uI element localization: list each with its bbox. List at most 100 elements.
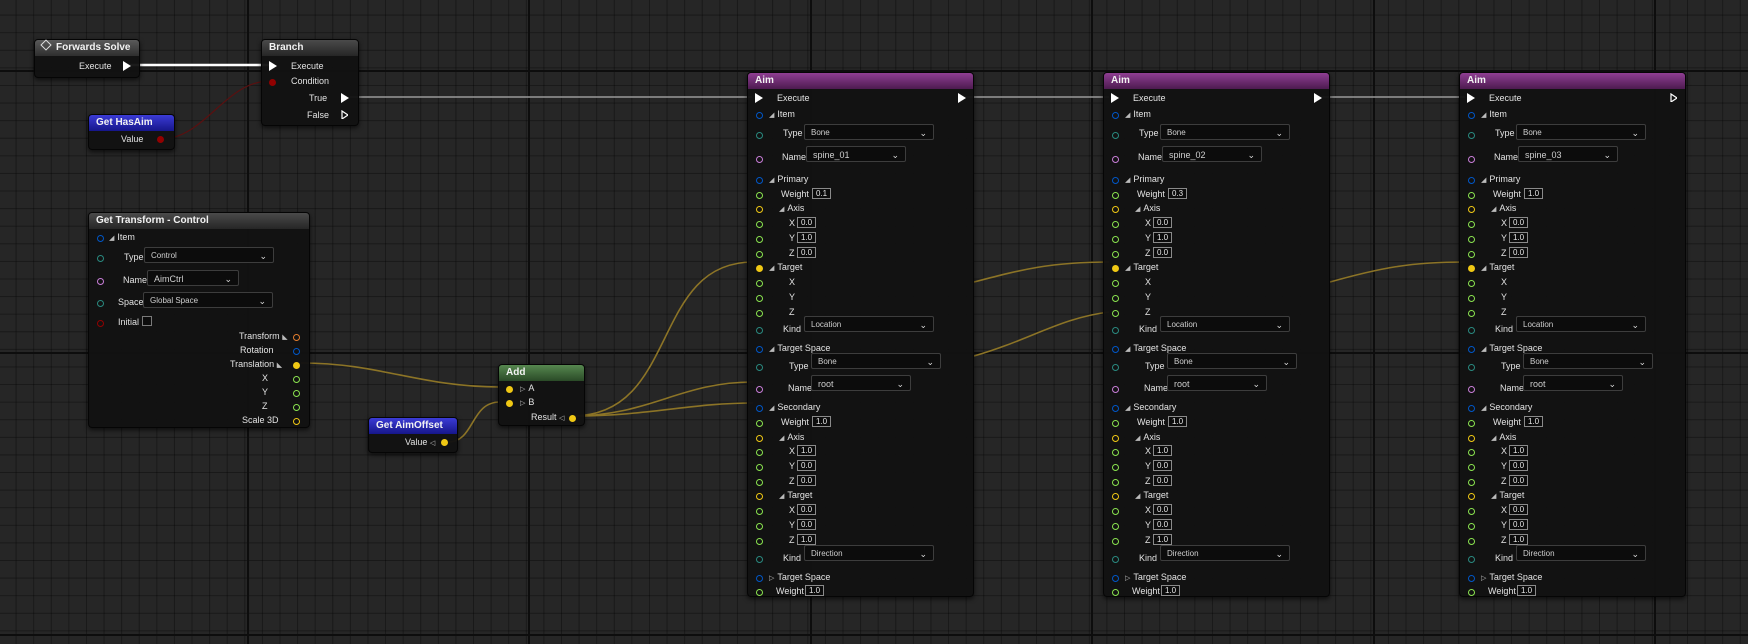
- target-space-pin[interactable]: [1112, 346, 1119, 353]
- sec-target-z-input[interactable]: 1.0: [1153, 534, 1173, 545]
- primary-pin[interactable]: [1468, 177, 1475, 184]
- sec-axis-y-input[interactable]: 0.0: [1509, 460, 1529, 471]
- sec-target-z-input[interactable]: 1.0: [797, 534, 817, 545]
- sec-axis-x-input[interactable]: 1.0: [797, 445, 817, 456]
- name-pin[interactable]: [1468, 156, 1475, 163]
- result-pin[interactable]: [569, 415, 576, 422]
- sec-target-y-input[interactable]: 0.0: [797, 519, 817, 530]
- aim-node-1[interactable]: Aim Execute ◢ Item Type Bone ⌄ Name spine_01 ⌄ ◢ Pr…: [747, 72, 974, 597]
- sec-target-z-pin[interactable]: [756, 538, 763, 545]
- sec-axis-z-pin[interactable]: [1468, 479, 1475, 486]
- kind-pin[interactable]: [1112, 327, 1119, 334]
- target-x-pin[interactable]: [1112, 280, 1119, 287]
- axis-x-pin[interactable]: [1112, 221, 1119, 228]
- target-space-pin[interactable]: [1468, 346, 1475, 353]
- weight-input[interactable]: 1.0: [1524, 188, 1544, 199]
- sec-axis-z-pin[interactable]: [756, 479, 763, 486]
- axis-x-input[interactable]: 0.0: [1153, 217, 1173, 228]
- final-weight-pin[interactable]: [756, 589, 763, 596]
- scale-pin[interactable]: [293, 418, 300, 425]
- exec-input-pin[interactable]: [755, 93, 763, 103]
- condition-pin[interactable]: [269, 79, 276, 86]
- sec-target-space-pin[interactable]: [756, 575, 763, 582]
- target-y-pin[interactable]: [756, 295, 763, 302]
- sec-axis-y-input[interactable]: 0.0: [797, 460, 817, 471]
- ts-name-pin[interactable]: [1468, 386, 1475, 393]
- target-x-pin[interactable]: [756, 280, 763, 287]
- sec-axis-z-input[interactable]: 0.0: [1153, 475, 1173, 486]
- sec-axis-x-pin[interactable]: [1112, 449, 1119, 456]
- space-dropdown[interactable]: Global Space ⌄: [143, 292, 273, 308]
- sec-axis-x-input[interactable]: 1.0: [1509, 445, 1529, 456]
- sec-axis-z-input[interactable]: 0.0: [1509, 475, 1529, 486]
- get-aim-offset-node[interactable]: Get AimOffset Value ◁: [368, 417, 458, 453]
- sec-target-x-input[interactable]: 0.0: [1509, 504, 1529, 515]
- initial-pin[interactable]: [97, 320, 104, 327]
- target-space-pin[interactable]: [756, 346, 763, 353]
- name-dropdown[interactable]: spine_01 ⌄: [806, 146, 906, 162]
- axis-pin[interactable]: [1468, 206, 1475, 213]
- type-dropdown[interactable]: Control ⌄: [144, 247, 274, 263]
- sec-kind-dropdown[interactable]: Direction ⌄: [804, 545, 934, 561]
- secondary-pin[interactable]: [756, 405, 763, 412]
- forwards-solve-node[interactable]: Forwards Solve Execute: [34, 39, 140, 78]
- sec-weight-input[interactable]: 1.0: [1524, 416, 1544, 427]
- sec-target-space-pin[interactable]: [1468, 575, 1475, 582]
- exec-true-pin[interactable]: [341, 93, 349, 103]
- ts-type-pin[interactable]: [1112, 364, 1119, 371]
- sec-kind-dropdown[interactable]: Direction ⌄: [1160, 545, 1290, 561]
- axis-x-pin[interactable]: [756, 221, 763, 228]
- final-weight-input[interactable]: 1.0: [1161, 585, 1181, 596]
- sec-target-x-pin[interactable]: [1468, 508, 1475, 515]
- type-dropdown[interactable]: Bone ⌄: [1160, 124, 1290, 140]
- name-dropdown[interactable]: spine_02 ⌄: [1162, 146, 1262, 162]
- kind-dropdown[interactable]: Location ⌄: [1160, 316, 1290, 332]
- sec-axis-x-input[interactable]: 1.0: [1153, 445, 1173, 456]
- target-z-pin[interactable]: [756, 310, 763, 317]
- get-transform-node[interactable]: Get Transform - Control ◢ Item Type Contr…: [88, 212, 310, 428]
- sec-axis-pin[interactable]: [1112, 435, 1119, 442]
- target-z-pin[interactable]: [1112, 310, 1119, 317]
- kind-pin[interactable]: [1468, 327, 1475, 334]
- axis-z-pin[interactable]: [1112, 251, 1119, 258]
- axis-x-pin[interactable]: [1468, 221, 1475, 228]
- ts-name-dropdown[interactable]: root ⌄: [1167, 375, 1267, 391]
- sec-axis-x-pin[interactable]: [1468, 449, 1475, 456]
- sec-axis-x-pin[interactable]: [756, 449, 763, 456]
- target-pin[interactable]: [1468, 265, 1475, 272]
- axis-pin[interactable]: [756, 206, 763, 213]
- sec-target-pin[interactable]: [1112, 493, 1119, 500]
- kind-dropdown[interactable]: Location ⌄: [804, 316, 934, 332]
- primary-pin[interactable]: [1112, 177, 1119, 184]
- sec-target-z-pin[interactable]: [1112, 538, 1119, 545]
- sec-kind-pin[interactable]: [1112, 556, 1119, 563]
- type-dropdown[interactable]: Bone ⌄: [1516, 124, 1646, 140]
- initial-checkbox[interactable]: [142, 316, 152, 326]
- aim-node-3[interactable]: Aim Execute ◢ Item Type Bone ⌄ Name spine_03 ⌄ ◢ Pr…: [1459, 72, 1686, 597]
- value-pin[interactable]: [441, 439, 448, 446]
- sec-axis-y-pin[interactable]: [1468, 464, 1475, 471]
- axis-z-input[interactable]: 0.0: [797, 247, 817, 258]
- ts-type-dropdown[interactable]: Bone ⌄: [1523, 353, 1653, 369]
- name-pin[interactable]: [756, 156, 763, 163]
- sec-kind-dropdown[interactable]: Direction ⌄: [1516, 545, 1646, 561]
- name-pin[interactable]: [97, 278, 104, 285]
- type-pin[interactable]: [756, 132, 763, 139]
- axis-z-pin[interactable]: [1468, 251, 1475, 258]
- a-pin[interactable]: [506, 386, 513, 393]
- space-pin[interactable]: [97, 300, 104, 307]
- sec-target-y-pin[interactable]: [756, 523, 763, 530]
- x-pin[interactable]: [293, 376, 300, 383]
- final-weight-pin[interactable]: [1468, 589, 1475, 596]
- ts-name-dropdown[interactable]: root ⌄: [1523, 375, 1623, 391]
- ts-name-pin[interactable]: [1112, 386, 1119, 393]
- sec-target-pin[interactable]: [1468, 493, 1475, 500]
- weight-pin[interactable]: [756, 192, 763, 199]
- sec-target-z-input[interactable]: 1.0: [1509, 534, 1529, 545]
- z-pin[interactable]: [293, 404, 300, 411]
- item-pin[interactable]: [1468, 112, 1475, 119]
- target-x-pin[interactable]: [1468, 280, 1475, 287]
- item-pin[interactable]: [97, 235, 104, 242]
- axis-z-input[interactable]: 0.0: [1509, 247, 1529, 258]
- ts-type-dropdown[interactable]: Bone ⌄: [1167, 353, 1297, 369]
